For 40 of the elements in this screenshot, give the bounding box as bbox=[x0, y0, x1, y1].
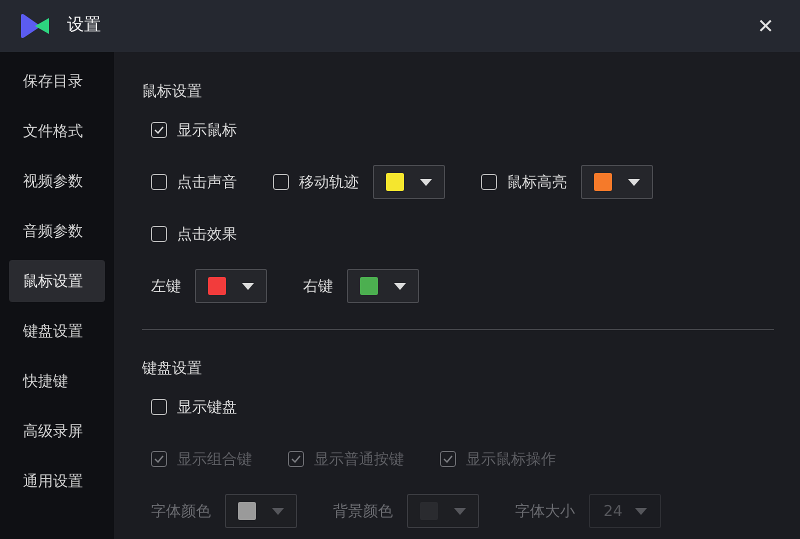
check-icon bbox=[291, 455, 301, 463]
checkbox[interactable]: 点击声音 bbox=[151, 170, 237, 194]
sidebar-item[interactable]: 高级录屏 bbox=[9, 410, 105, 452]
field-label: 右键 bbox=[303, 276, 333, 297]
sidebar-item[interactable]: 快捷键 bbox=[9, 360, 105, 402]
sidebar-item[interactable]: 视频参数 bbox=[9, 160, 105, 202]
field-label: 字体颜色 bbox=[151, 500, 211, 522]
window-title: 设置 bbox=[67, 14, 101, 38]
color-picker[interactable] bbox=[581, 165, 653, 199]
caret-icon bbox=[634, 508, 647, 514]
color-picker[interactable] bbox=[195, 269, 267, 303]
sidebar-item[interactable]: 鼠标设置 bbox=[9, 260, 105, 302]
caret-icon bbox=[242, 282, 254, 290]
field-label: 左键 bbox=[151, 276, 181, 297]
sidebar-item[interactable]: 音频参数 bbox=[9, 210, 105, 252]
logo-icon bbox=[19, 13, 51, 39]
sidebar-item[interactable]: 通用设置 bbox=[9, 460, 105, 502]
caret-icon bbox=[420, 178, 432, 186]
checkbox[interactable]: 点击效果 bbox=[151, 222, 237, 246]
check-icon bbox=[443, 455, 453, 463]
field-label: 背景颜色 bbox=[333, 500, 393, 522]
caret-icon bbox=[394, 282, 406, 290]
caret-icon bbox=[628, 178, 640, 186]
caret-icon bbox=[272, 508, 284, 514]
caret-icon bbox=[454, 508, 466, 514]
sidebar-item[interactable]: 文件格式 bbox=[9, 110, 105, 152]
color-picker[interactable] bbox=[373, 165, 445, 199]
section-title: 键盘设置 bbox=[142, 358, 203, 378]
sidebar-item[interactable]: 键盘设置 bbox=[9, 310, 105, 352]
check-icon bbox=[154, 126, 164, 134]
sidebar-item[interactable]: 保存目录 bbox=[9, 60, 105, 102]
close-button[interactable]: ✕ bbox=[757, 11, 774, 41]
color-picker[interactable] bbox=[347, 269, 419, 303]
checkbox[interactable]: 显示键盘 bbox=[151, 396, 237, 418]
field-label: 字体大小 bbox=[515, 500, 575, 522]
checkbox[interactable]: 移动轨迹 bbox=[273, 170, 359, 194]
section-title: 鼠标设置 bbox=[142, 81, 203, 101]
checkbox[interactable]: 显示鼠标 bbox=[151, 118, 237, 142]
checkbox[interactable]: 鼠标高亮 bbox=[481, 170, 567, 194]
check-icon bbox=[154, 455, 164, 463]
